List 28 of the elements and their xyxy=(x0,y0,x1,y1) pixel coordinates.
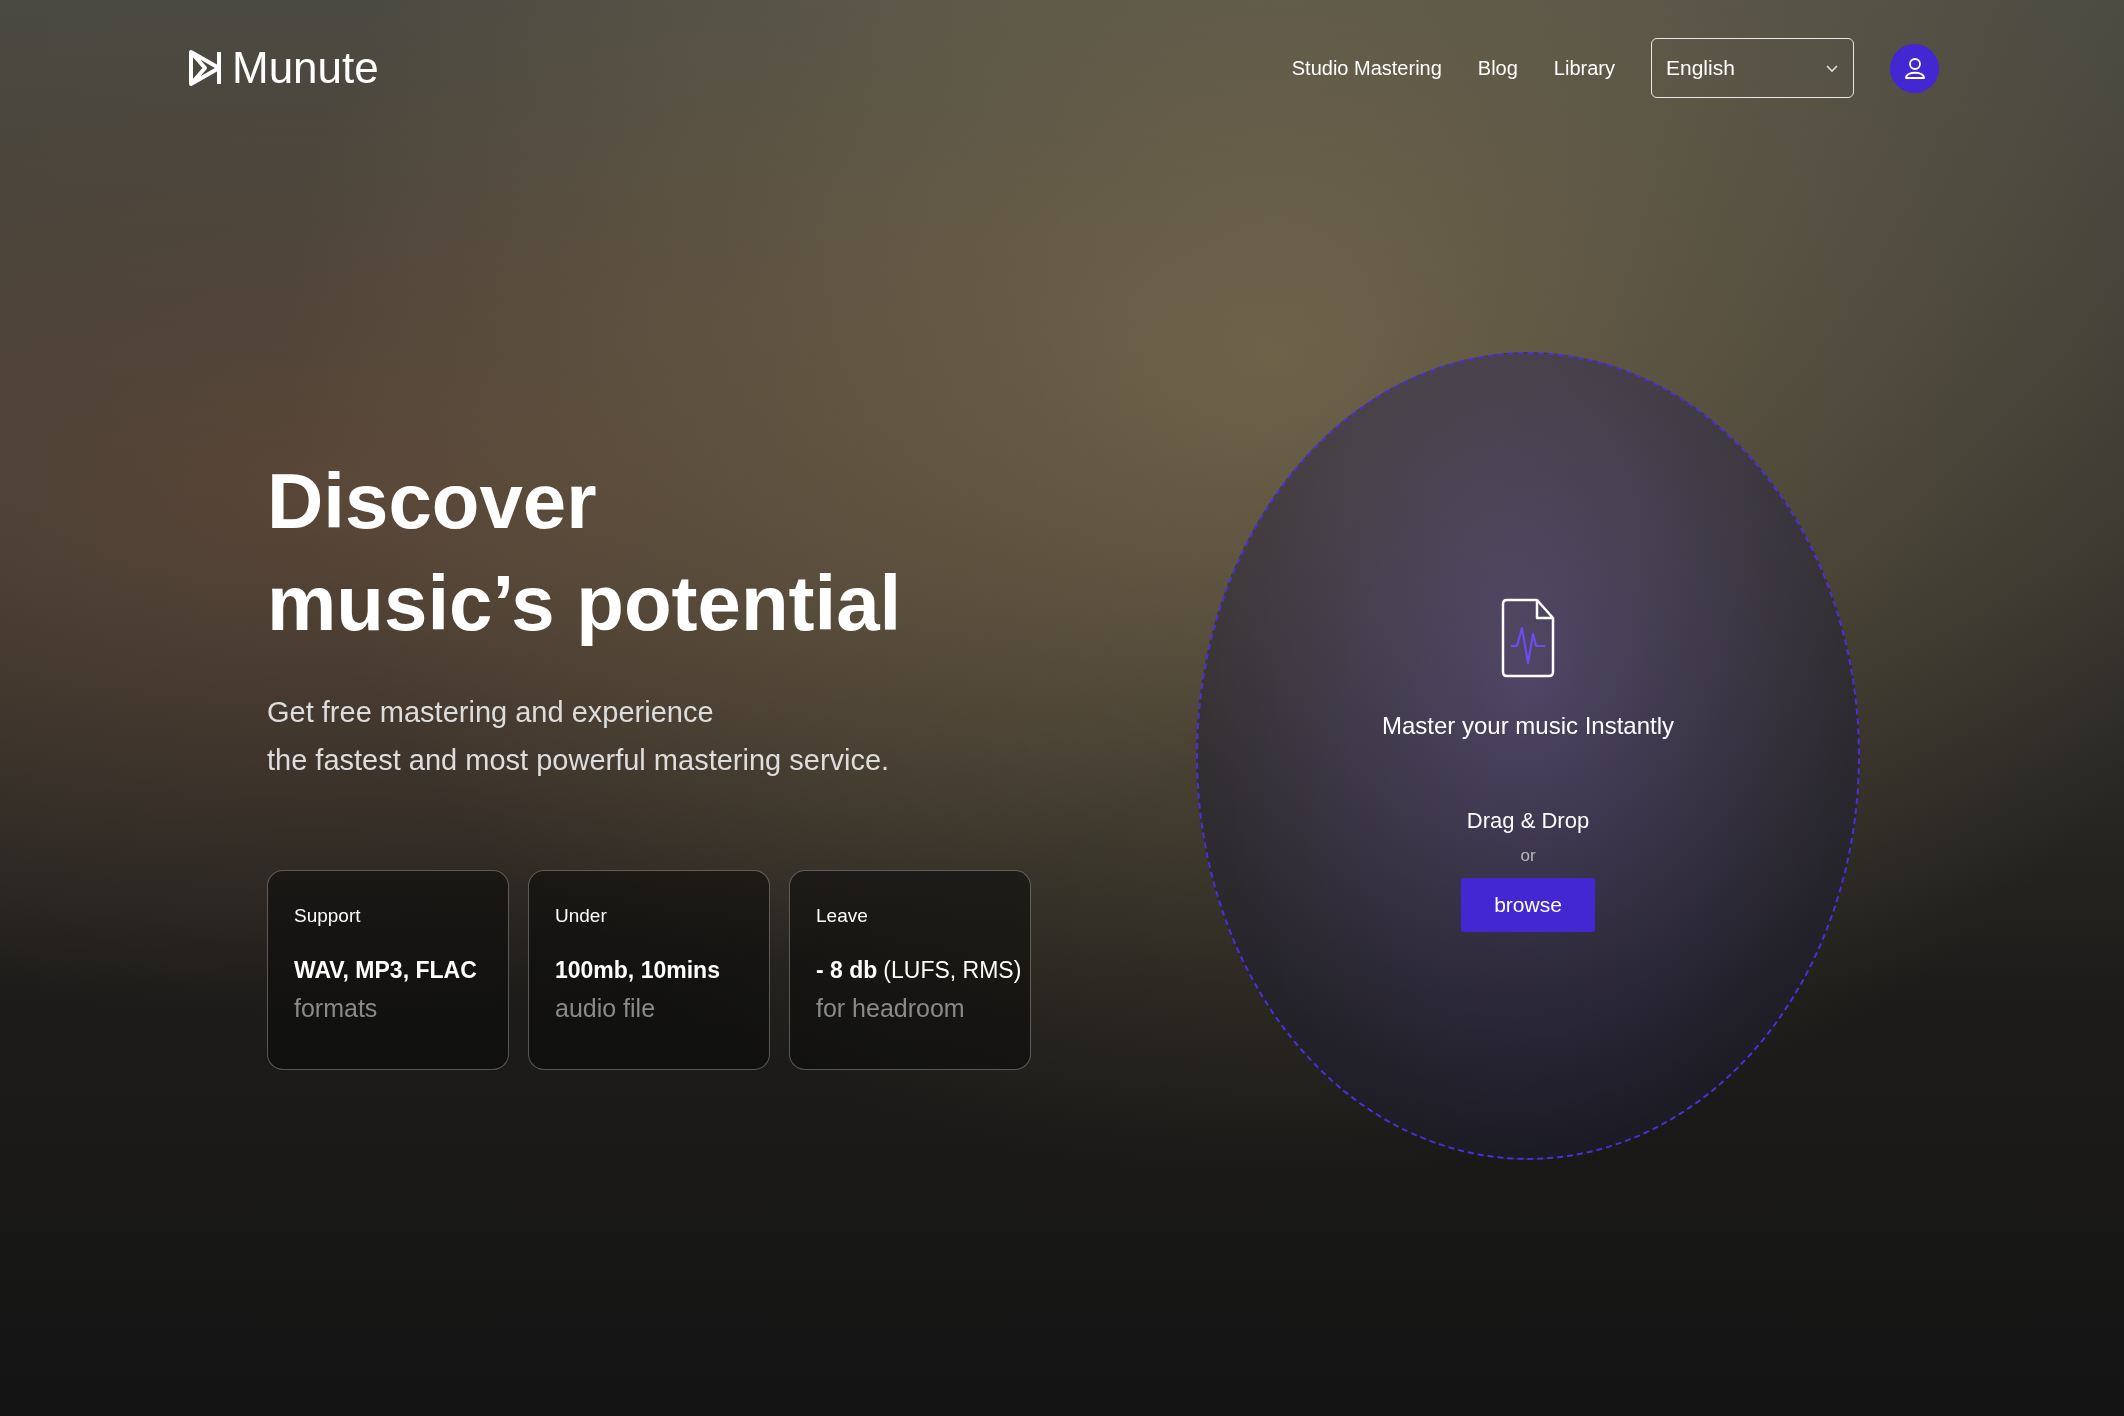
nav-link[interactable]: Library xyxy=(1553,56,1615,80)
drag-drop-label: Drag & Drop xyxy=(1466,808,1590,834)
card-caption: formats xyxy=(294,994,378,1023)
hero-subtitle: the fastest and most powerful mastering service. xyxy=(267,743,890,778)
nav-link[interactable]: Studio Mastering xyxy=(1291,56,1442,80)
card-label: Support xyxy=(294,905,361,927)
upload-title: Master your music Instantly xyxy=(1381,712,1675,740)
card-value: WAV, MP3, FLAC xyxy=(294,957,477,984)
language-select[interactable]: English xyxy=(1651,38,1854,98)
nav-link[interactable]: Blog xyxy=(1477,56,1518,80)
drop-zone[interactable]: Master your music Instantly Drag & Drop or browse xyxy=(1196,352,1860,1160)
user-button[interactable] xyxy=(1890,43,1939,93)
card-label: Leave xyxy=(816,905,868,927)
audio-file-icon xyxy=(1501,598,1555,678)
hero-subtitle: Get free mastering and experience xyxy=(267,695,714,730)
card-label: Under xyxy=(555,905,607,927)
card-value: - 8 db (LUFS, RMS) xyxy=(816,957,1022,984)
user-icon xyxy=(1902,56,1927,80)
logo-icon xyxy=(188,49,222,87)
card-caption: audio file xyxy=(555,994,656,1023)
or-label: or xyxy=(1520,846,1536,866)
chevron-down-icon xyxy=(1825,63,1839,73)
logo-text[interactable]: Munute xyxy=(232,43,379,93)
hero-title: music’s potential xyxy=(267,558,902,649)
browse-button[interactable]: browse xyxy=(1461,878,1595,932)
card-value: 100mb, 10mins xyxy=(555,957,720,984)
card-caption: for headroom xyxy=(816,994,965,1023)
hero-title: Discover xyxy=(267,456,597,547)
